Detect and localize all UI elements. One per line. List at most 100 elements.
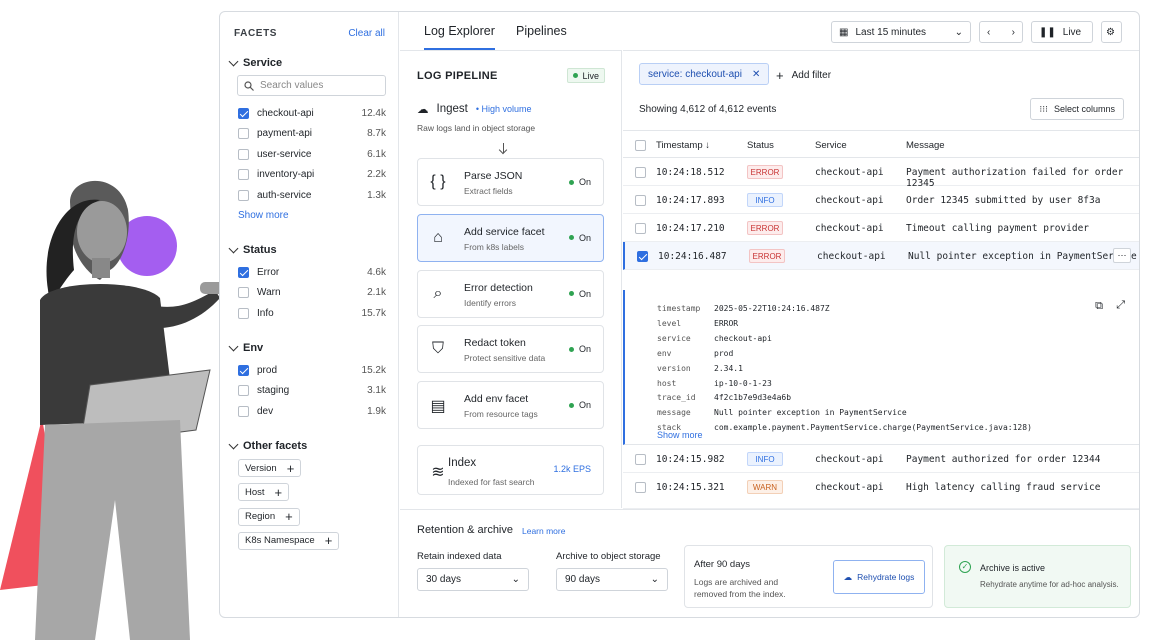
select-columns-button[interactable]: ⁝⁝⁝ Select columns xyxy=(1030,98,1124,120)
more-icon[interactable]: ⋯ xyxy=(1113,248,1131,263)
facet-chip[interactable]: Version + xyxy=(238,459,302,477)
facet-chip[interactable]: K8s Namespace + xyxy=(238,531,340,550)
table-row[interactable]: 10:24:18.512 ERROR checkout-api Payment … xyxy=(623,158,1139,189)
facet-option-count: 4.6k xyxy=(367,266,386,278)
detail-field: env prod xyxy=(657,348,734,358)
col-service[interactable]: Service xyxy=(815,140,847,151)
row-message: Timeout calling payment provider xyxy=(906,223,1090,234)
add-filter-button[interactable]: + Add filter xyxy=(776,68,831,83)
row-checkbox[interactable] xyxy=(635,167,646,178)
checkbox[interactable] xyxy=(238,148,249,160)
row-checkbox[interactable] xyxy=(635,195,646,206)
row-checkbox[interactable] xyxy=(637,251,648,262)
table-row[interactable]: 10:24:15.321 WARN checkout-api High late… xyxy=(623,473,1139,509)
live-toggle-button[interactable]: ❚❚ Live xyxy=(1031,21,1093,43)
archive-active-box: ✓ Archive is active Rehydrate anytime fo… xyxy=(944,545,1131,608)
clear-all-link[interactable]: Clear all xyxy=(348,28,385,39)
facet-option[interactable]: auth-service 1.3k xyxy=(238,187,386,203)
calendar-icon: ▦ xyxy=(839,26,849,38)
chevron-down-icon: ⌄ xyxy=(954,26,963,38)
filter-chip[interactable]: service: checkout-api ✕ xyxy=(639,63,770,85)
facet-group-other[interactable]: Other facets xyxy=(228,439,307,452)
facet-option[interactable]: prod 15.2k xyxy=(238,362,386,378)
rehydrate-button[interactable]: ☁ Rehydrate logs xyxy=(833,560,925,594)
tab-pipelines[interactable]: Pipelines xyxy=(516,24,567,38)
row-checkbox[interactable] xyxy=(635,454,646,465)
row-checkbox[interactable] xyxy=(635,482,646,493)
facet-group-status[interactable]: Status xyxy=(228,243,277,256)
retain-select[interactable]: 30 days ⌄ xyxy=(417,568,529,591)
show-more-fields[interactable]: Show more xyxy=(657,430,703,440)
prev-icon[interactable]: ‹ xyxy=(987,27,990,38)
facet-search-input[interactable]: Search values xyxy=(237,75,386,96)
settings-button[interactable]: ⚙ xyxy=(1101,21,1122,43)
learn-more-link[interactable]: Learn more xyxy=(522,526,565,536)
facet-option-count: 2.2k xyxy=(367,169,386,181)
checkbox[interactable] xyxy=(238,405,249,417)
checkbox[interactable] xyxy=(238,307,249,319)
facet-option[interactable]: Info 15.7k xyxy=(238,305,386,321)
plus-icon: + xyxy=(286,460,295,476)
table-row[interactable]: 10:24:17.893 INFO checkout-api Order 123… xyxy=(623,186,1139,214)
index-card[interactable]: ≋ Index Indexed for fast search 1.2k EPS xyxy=(417,445,604,495)
pipeline-step[interactable]: ⛉ Redact token Protect sensitive data On xyxy=(417,325,604,374)
close-icon[interactable]: ✕ xyxy=(752,69,760,80)
checkbox[interactable] xyxy=(238,107,249,119)
events-panel: service: checkout-api ✕ + Add filter Showi… xyxy=(623,50,1139,509)
facet-chip[interactable]: Region + xyxy=(238,507,300,526)
pipeline-step[interactable]: ⌂ Add service facet From k8s labels On xyxy=(417,213,604,262)
checkbox[interactable] xyxy=(238,364,249,376)
copy-icon[interactable]: ⧉ xyxy=(1095,300,1103,313)
checkbox[interactable] xyxy=(238,266,249,278)
pipeline-panel: LOG PIPELINE Live ☁ Ingest • High volume R… xyxy=(400,50,622,508)
table-row[interactable]: 10:24:17.210 ERROR checkout-api Timeout … xyxy=(623,214,1139,242)
facet-chip[interactable]: Host + xyxy=(238,483,290,502)
chevron-down-icon xyxy=(228,243,239,253)
facet-option-count: 15.2k xyxy=(361,364,386,376)
checkbox[interactable] xyxy=(238,189,249,201)
checkbox[interactable] xyxy=(238,385,249,397)
pipeline-step[interactable]: { } Parse JSON Extract fields On xyxy=(417,158,604,206)
facet-option[interactable]: staging 3.1k xyxy=(238,383,386,399)
checkbox[interactable] xyxy=(238,287,249,299)
tab-bar: Log Explorer Pipelines xyxy=(400,12,622,50)
pipeline-step[interactable]: ▤ Add env facet From resource tags On xyxy=(417,381,604,430)
row-checkbox[interactable] xyxy=(635,223,646,234)
facet-option[interactable]: inventory-api 2.2k xyxy=(238,167,386,183)
expand-icon[interactable]: ⤢ xyxy=(1116,299,1125,312)
row-message: High latency calling fraud service xyxy=(906,482,1101,493)
checkbox[interactable] xyxy=(238,128,249,140)
show-more-services[interactable]: Show more xyxy=(238,210,289,221)
pipeline-step[interactable]: ⌕ Error detection Identify errors On xyxy=(417,269,604,318)
tab-log-explorer[interactable]: Log Explorer xyxy=(424,24,495,50)
facet-option[interactable]: dev 1.9k xyxy=(238,403,386,419)
checkbox[interactable] xyxy=(238,169,249,181)
col-status[interactable]: Status xyxy=(747,140,774,151)
time-range-select[interactable]: ▦ Last 15 minutes ⌄ xyxy=(831,21,971,43)
facet-option[interactable]: Error 4.6k xyxy=(238,264,386,280)
facets-heading: FACETS xyxy=(234,28,278,39)
select-all-checkbox[interactable] xyxy=(635,140,646,151)
detail-field: stack com.example.payment.PaymentService.… xyxy=(657,423,1032,433)
facet-option[interactable]: checkout-api 12.4k xyxy=(238,105,386,121)
facet-group-service[interactable]: Service xyxy=(228,56,282,69)
col-message[interactable]: Message xyxy=(906,140,945,151)
next-icon[interactable]: › xyxy=(1012,27,1015,38)
table-row[interactable]: 10:24:15.982 INFO checkout-api Payment a… xyxy=(623,445,1139,473)
app-window: FACETS Clear all Service Search values c… xyxy=(219,11,1140,618)
facet-option-label: user-service xyxy=(257,148,312,160)
facet-option[interactable]: payment-api 8.7k xyxy=(238,126,386,142)
facet-option-label: Info xyxy=(257,307,274,319)
facet-option[interactable]: Warn 2.1k xyxy=(238,285,386,301)
facets-panel: FACETS Clear all Service Search values c… xyxy=(220,12,399,617)
archive-select[interactable]: 90 days ⌄ xyxy=(556,568,668,591)
log-detail-panel: timestamp 2025-05-22T10:24:16.487Z level ER… xyxy=(623,290,1139,445)
braces-icon: { } xyxy=(430,173,446,190)
facet-option-label: dev xyxy=(257,405,274,417)
plus-icon: + xyxy=(324,533,333,549)
facet-option[interactable]: user-service 6.1k xyxy=(238,146,386,162)
shield-lock-icon: ⛉ xyxy=(431,340,444,358)
facet-group-env[interactable]: Env xyxy=(228,341,263,354)
table-row[interactable]: 10:24:16.487 ERROR checkout-api Null poi… xyxy=(623,242,1139,270)
col-timestamp[interactable]: Timestamp ↓ xyxy=(656,140,710,151)
